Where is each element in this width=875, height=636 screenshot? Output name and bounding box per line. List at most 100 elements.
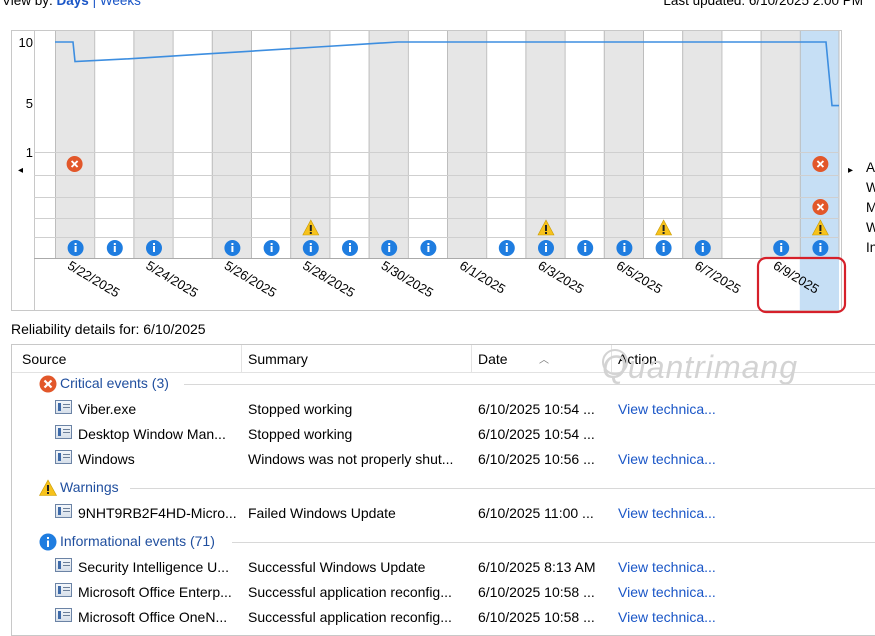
- watermark: Quantrimang: [602, 343, 832, 385]
- day-column: [55, 31, 95, 258]
- reliability-chart[interactable]: 10515/22/2025 5/24/2025 5/26/2025 5/28/2025…: [0, 0, 875, 320]
- day-column: [407, 31, 447, 258]
- day-column: [251, 31, 291, 258]
- y-tick-label: 1: [26, 145, 33, 160]
- row-label-windows-failures: W: [866, 180, 875, 195]
- cell-date: 6/10/2025 10:54 ...: [478, 401, 595, 417]
- column-summary[interactable]: Summary: [248, 351, 308, 367]
- event-log-icon: [55, 400, 72, 414]
- cell-summary: Successful application reconfig...: [248, 609, 452, 625]
- event-log-icon: [55, 608, 72, 622]
- group-divider: [232, 542, 875, 543]
- critical-icon: [66, 156, 83, 172]
- cell-summary: Successful Windows Update: [248, 559, 426, 575]
- column-divider[interactable]: [241, 345, 242, 372]
- info-icon: [538, 240, 554, 256]
- group-label: Warnings: [60, 479, 119, 495]
- view-technical-details-link[interactable]: View technica...: [618, 559, 818, 575]
- info-icon: [302, 240, 319, 256]
- view-technical-details-link[interactable]: View technica...: [618, 609, 818, 625]
- info-icon: [39, 533, 57, 551]
- critical-icon: [812, 199, 829, 215]
- table-row[interactable]: Desktop Window Man... Stopped working 6/…: [12, 422, 875, 447]
- cell-date: 6/10/2025 10:58 ...: [478, 609, 595, 625]
- details-title: Reliability details for: 6/10/2025: [11, 321, 206, 337]
- group-label: Informational events (71): [60, 533, 215, 549]
- day-column: [447, 31, 487, 258]
- cell-source: 9NHT9RB2F4HD-Micro...: [78, 505, 237, 521]
- view-technical-details-link[interactable]: View technica...: [618, 451, 818, 467]
- cell-source: Viber.exe: [78, 401, 137, 417]
- info-icon: [498, 240, 515, 256]
- day-column: [329, 31, 369, 258]
- event-log-icon: [55, 558, 72, 572]
- critical-icon: [812, 156, 829, 172]
- group-informational-events[interactable]: Informational events (71): [12, 531, 875, 553]
- group-warnings[interactable]: Warnings: [12, 477, 875, 499]
- event-log-icon: [55, 450, 72, 464]
- info-icon: [655, 240, 672, 256]
- info-icon: [224, 240, 241, 256]
- day-column: [603, 31, 643, 258]
- view-technical-details-link[interactable]: View technica...: [618, 584, 818, 600]
- group-label: Critical events (3): [60, 375, 169, 391]
- column-divider[interactable]: [471, 345, 472, 372]
- row-label-warnings: W: [866, 220, 875, 235]
- event-log-icon: [55, 425, 72, 439]
- cell-summary: Windows was not properly shut...: [248, 451, 454, 467]
- y-tick-label: 5: [26, 96, 33, 111]
- cell-source: Microsoft Office Enterp...: [78, 584, 232, 600]
- column-date[interactable]: Date: [478, 351, 508, 367]
- event-log-icon: [55, 504, 72, 518]
- cell-summary: Failed Windows Update: [248, 505, 396, 521]
- info-icon: [146, 240, 162, 256]
- cell-source: Security Intelligence U...: [78, 559, 229, 575]
- info-icon: [263, 240, 280, 256]
- cell-source: Desktop Window Man...: [78, 426, 226, 442]
- table-row[interactable]: Security Intelligence U... Successful Wi…: [12, 555, 875, 580]
- day-column: [172, 31, 212, 258]
- table-header: Source Summary Date ︿ Action Quantrimang: [12, 345, 875, 385]
- day-column: [368, 31, 408, 258]
- day-column: [760, 31, 800, 258]
- info-icon: [420, 240, 437, 256]
- table-row[interactable]: 9NHT9RB2F4HD-Micro... Failed Windows Upd…: [12, 501, 875, 526]
- row-label-misc-failures: M: [866, 200, 875, 215]
- info-icon: [773, 240, 790, 256]
- details-table: Source Summary Date ︿ Action Quantrimang…: [11, 344, 875, 636]
- cell-summary: Stopped working: [248, 426, 353, 442]
- row-label-information: In: [866, 240, 875, 255]
- day-column: [133, 31, 173, 258]
- cell-source: Microsoft Office OneN...: [78, 609, 228, 625]
- table-row[interactable]: Viber.exe Stopped working 6/10/2025 10:5…: [12, 397, 875, 422]
- cell-date: 6/10/2025 11:00 ...: [478, 505, 594, 521]
- day-column: [564, 31, 604, 258]
- info-icon: [694, 240, 711, 256]
- group-divider: [130, 488, 875, 489]
- critical-icon: [39, 375, 57, 393]
- row-label-app-failures: A: [866, 160, 875, 175]
- sort-arrow-icon: ︿: [539, 355, 549, 366]
- cell-summary: Stopped working: [248, 401, 353, 417]
- group-divider: [184, 384, 875, 385]
- column-source[interactable]: Source: [22, 351, 66, 367]
- view-technical-details-link[interactable]: View technica...: [618, 401, 818, 417]
- table-row[interactable]: Windows Windows was not properly shut...…: [12, 447, 875, 472]
- day-column: [721, 31, 761, 258]
- chart-next-arrow[interactable]: ▸: [848, 165, 853, 176]
- cell-summary: Successful application reconfig...: [248, 584, 452, 600]
- info-icon: [67, 240, 84, 256]
- chart-prev-arrow[interactable]: ◂: [18, 165, 23, 176]
- y-tick-label: 10: [19, 35, 33, 50]
- warning-icon: [39, 479, 57, 496]
- day-column: [682, 31, 722, 258]
- info-icon: [106, 240, 123, 256]
- view-technical-details-link[interactable]: View technica...: [618, 505, 818, 521]
- info-icon: [812, 240, 829, 256]
- table-row[interactable]: Microsoft Office OneN... Successful appl…: [12, 605, 875, 630]
- day-column: [94, 31, 134, 258]
- info-icon: [381, 240, 398, 256]
- group-critical-events[interactable]: Critical events (3): [12, 373, 875, 395]
- table-row[interactable]: Microsoft Office Enterp... Successful ap…: [12, 580, 875, 605]
- day-column: [211, 31, 251, 258]
